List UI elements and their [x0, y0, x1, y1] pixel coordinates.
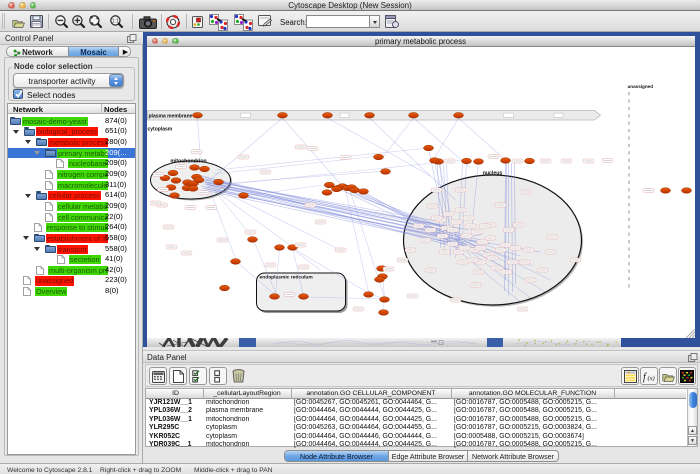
svg-text:cytoplasm: cytoplasm: [147, 127, 172, 133]
svg-text:unassigned: unassigned: [627, 84, 653, 89]
svg-text:mitochondrion: mitochondrion: [170, 158, 206, 164]
svg-text:plasma membrane: plasma membrane: [148, 113, 192, 119]
svg-text:f: f: [643, 372, 647, 383]
svg-text:endoplasmic reticulum: endoplasmic reticulum: [259, 275, 313, 281]
svg-text:1:1: 1:1: [112, 19, 120, 25]
svg-text:(x): (x): [648, 375, 655, 382]
svg-text:nucleus: nucleus: [482, 171, 502, 177]
